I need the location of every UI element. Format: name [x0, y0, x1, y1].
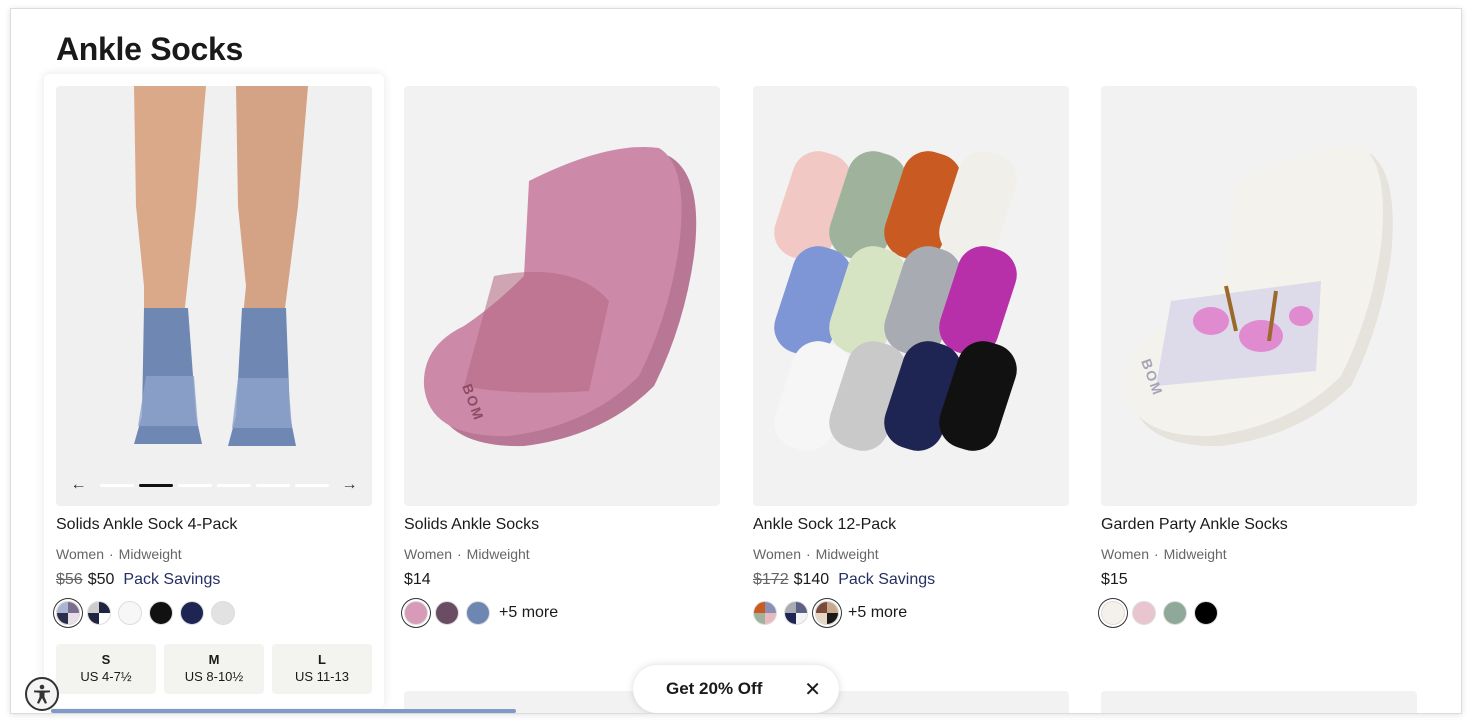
price-row: $15: [1101, 571, 1417, 589]
old-price: $56: [56, 571, 83, 588]
swatch[interactable]: [211, 601, 235, 625]
carousel-dot[interactable]: [216, 483, 251, 487]
size-m-button[interactable]: M US 8-10½: [164, 644, 264, 694]
swatch[interactable]: [404, 601, 428, 625]
color-swatches: +5 more: [404, 600, 720, 626]
meta-separator: ·: [1153, 546, 1159, 562]
product-image[interactable]: ← →: [56, 86, 372, 506]
current-price: $50: [87, 571, 115, 588]
price-row: $14: [404, 571, 720, 589]
current-price: $14: [404, 571, 431, 588]
promo-text[interactable]: Get 20% Off: [666, 679, 762, 699]
product-meta: Women · Midweight: [1101, 546, 1227, 562]
product-image[interactable]: [753, 86, 1069, 506]
legs-socks-illustration: [56, 86, 372, 506]
price-row: $56 $50 Pack Savings: [56, 571, 372, 589]
audience: Women: [56, 546, 104, 562]
product-meta: Women · Midweight: [56, 546, 372, 562]
arrow-left-icon[interactable]: ←: [64, 476, 94, 494]
image-carousel-controls: ← →: [56, 474, 372, 496]
product-card-placeholder: [1101, 691, 1417, 713]
carousel-dot[interactable]: [177, 483, 212, 487]
size-s-button[interactable]: S US 4-7½: [56, 644, 156, 694]
swatch[interactable]: [466, 601, 490, 625]
white-sock-illustration: BOM: [1125, 146, 1393, 447]
more-colors-link[interactable]: +5 more: [848, 604, 907, 622]
page-frame: Ankle Socks ← → Solids Ankle Sock 4-Pack…: [10, 8, 1462, 714]
accessibility-icon[interactable]: [25, 677, 59, 711]
old-price: $172: [753, 571, 789, 588]
close-icon[interactable]: ✕: [804, 677, 821, 702]
swatch[interactable]: [784, 601, 808, 625]
meta-separator: ·: [108, 546, 114, 562]
carousel-indicators: [99, 483, 329, 487]
size-l-button[interactable]: L US 11-13: [272, 644, 372, 694]
color-swatches: +5 more: [753, 600, 1069, 626]
product-name[interactable]: Garden Party Ankle Socks: [1101, 516, 1417, 534]
carousel-dot[interactable]: [255, 483, 290, 487]
swatch[interactable]: [815, 601, 839, 625]
meta-separator: ·: [456, 546, 462, 562]
pack-savings-badge: Pack Savings: [838, 571, 936, 588]
swatch[interactable]: [1194, 601, 1218, 625]
pink-sock-illustration: BOM: [423, 146, 697, 447]
swatch[interactable]: [56, 601, 80, 625]
meta-separator: ·: [805, 546, 811, 562]
product-card-solids-ankle[interactable]: BOM Solids Ankle Socks Women · Midweight $…: [404, 86, 720, 626]
carousel-dot-active[interactable]: [138, 483, 173, 487]
product-card-12-pack[interactable]: Ankle Sock 12-Pack Women · Midweight $172 …: [753, 86, 1069, 626]
product-image[interactable]: BOM: [1101, 86, 1417, 506]
product-card-garden-party[interactable]: BOM Garden Party Ankle Socks Women · Midwe…: [1101, 86, 1417, 626]
accessibility-figure-icon: [34, 684, 50, 704]
sock-pack-illustration: [774, 151, 1017, 451]
color-swatches: [1101, 600, 1417, 626]
color-swatches: [56, 600, 372, 626]
pack-savings-badge: Pack Savings: [123, 571, 221, 588]
product-name[interactable]: Solids Ankle Sock 4-Pack: [56, 516, 372, 534]
product-name[interactable]: Solids Ankle Socks: [404, 516, 720, 534]
swatch[interactable]: [1101, 601, 1125, 625]
carousel-dot[interactable]: [294, 483, 329, 487]
swatch[interactable]: [1163, 601, 1187, 625]
swatch[interactable]: [118, 601, 142, 625]
swatch[interactable]: [149, 601, 173, 625]
arrow-right-icon[interactable]: →: [335, 476, 365, 494]
swatch[interactable]: [87, 601, 111, 625]
promo-banner[interactable]: Get 20% Off ✕: [633, 665, 839, 713]
swatch[interactable]: [435, 601, 459, 625]
page-title: Ankle Socks: [56, 31, 244, 67]
product-meta: Women · Midweight: [753, 546, 879, 562]
size-options: S US 4-7½ M US 8-10½ L US 11-13: [56, 644, 372, 694]
weight: Midweight: [118, 546, 182, 562]
price-row: $172 $140 Pack Savings: [753, 571, 1069, 589]
product-card-solids-4-pack[interactable]: ← → Solids Ankle Sock 4-Pack Women · Midwe…: [44, 74, 384, 708]
carousel-dot[interactable]: [99, 483, 134, 487]
current-price: $140: [793, 571, 830, 588]
swatch[interactable]: [1132, 601, 1156, 625]
current-price: $15: [1101, 571, 1128, 588]
swatch[interactable]: [180, 601, 204, 625]
product-image[interactable]: BOM: [404, 86, 720, 506]
swatch[interactable]: [753, 601, 777, 625]
product-meta: Women · Midweight: [404, 546, 530, 562]
scroll-progress-bar: [51, 709, 516, 713]
more-colors-link[interactable]: +5 more: [499, 604, 558, 622]
product-name[interactable]: Ankle Sock 12-Pack: [753, 516, 1069, 534]
